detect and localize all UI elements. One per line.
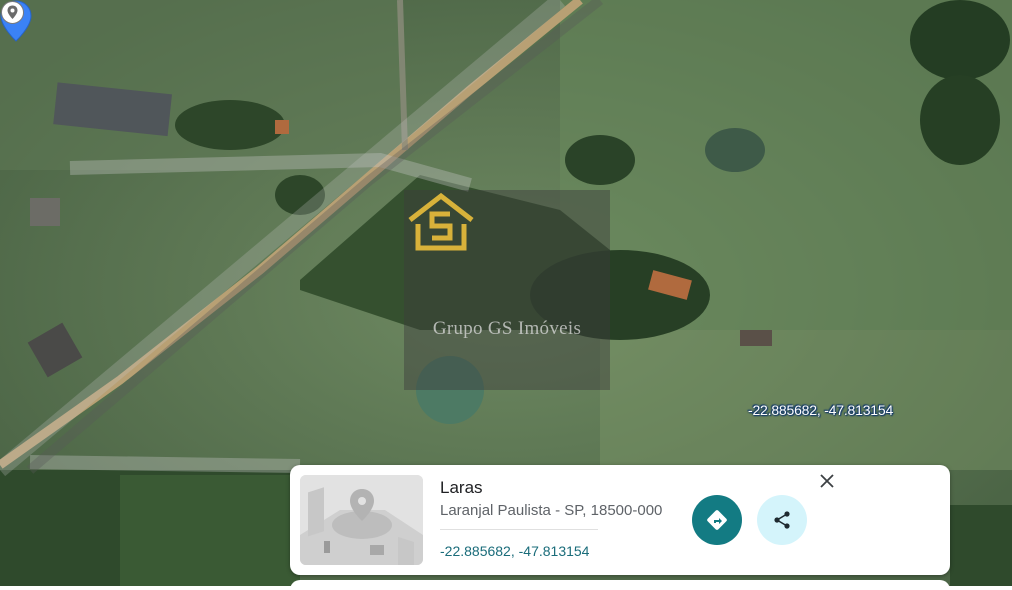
- street-view-placeholder-icon: [300, 475, 423, 565]
- share-icon: [774, 511, 790, 529]
- place-thumbnail[interactable]: [300, 475, 423, 565]
- place-card[interactable]: Laras Laranjal Paulista - SP, 18500-000 …: [290, 465, 950, 575]
- directions-button[interactable]: [692, 495, 742, 545]
- close-button[interactable]: [816, 470, 838, 492]
- house-logo-icon: [408, 192, 474, 251]
- location-marker-icon[interactable]: [0, 0, 25, 25]
- place-address: Laranjal Paulista - SP, 18500-000: [440, 502, 663, 519]
- coordinates-link[interactable]: -22.885682, -47.813154: [440, 543, 589, 559]
- watermark-text: Grupo GS Imóveis: [432, 318, 582, 339]
- secondary-card-edge: [290, 580, 950, 590]
- share-button[interactable]: [757, 495, 807, 545]
- place-title: Laras: [440, 478, 483, 497]
- directions-icon: [707, 510, 727, 530]
- pin-coordinates-label: -22.885682, -47.813154: [748, 402, 894, 418]
- close-icon: [820, 474, 834, 488]
- watermark: Grupo GS Imóveis: [404, 190, 610, 390]
- divider: [440, 529, 598, 530]
